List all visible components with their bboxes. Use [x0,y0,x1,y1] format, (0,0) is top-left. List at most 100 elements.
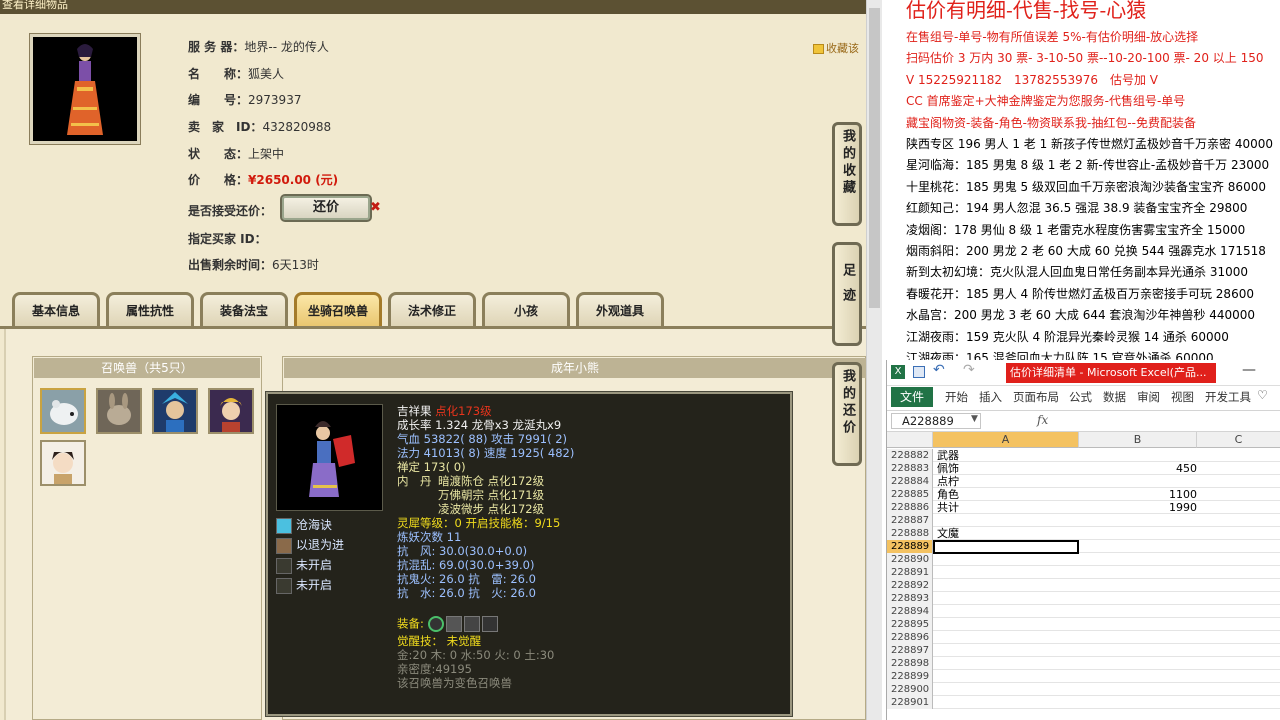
excel-row-header[interactable]: 228884 [887,475,933,488]
excel-redo-icon[interactable]: ↷ [963,362,975,378]
tab-children[interactable]: 小孩 [482,292,570,328]
excel-tab-insert[interactable]: 插入 [979,389,1002,405]
excel-row-header[interactable]: 228901 [887,696,933,709]
excel-gridline [933,708,1280,709]
excel-row-header[interactable]: 228898 [887,657,933,670]
tab-basic-info[interactable]: 基本信息 [12,292,100,328]
excel-save-icon[interactable] [913,366,925,378]
excel-row-header[interactable]: 228892 [887,579,933,592]
excel-row-header[interactable]: 228888 [887,527,933,540]
tab-attributes[interactable]: 属性抗性 [106,292,194,328]
name-value: 狐美人 [248,67,285,81]
pet-skill-1[interactable]: 沧海诀 [276,516,332,534]
excel-row-header[interactable]: 228889 [887,540,933,553]
pet-thumb-polar-bear[interactable] [40,388,86,434]
excel-tab-view[interactable]: 视图 [1171,389,1194,405]
excel-name-box[interactable]: A228889 [891,413,981,429]
excel-row-header[interactable]: 228894 [887,605,933,618]
excel-row-header[interactable]: 228895 [887,618,933,631]
excel-formula-bar: A228889 ▼ fx [887,410,1280,432]
pet-res-wind: 抗 风: 30.0(30.0+0.0) [397,544,528,558]
character-portrait [29,33,141,145]
footprint-button[interactable]: 足迹 [832,242,862,346]
excel-tab-review[interactable]: 审阅 [1137,389,1160,405]
tab-mounts-summons[interactable]: 坐骑召唤兽 [294,292,382,328]
note-line: 十里桃花：185 男鬼 5 级双回血千万亲密浪淘沙装备宝宝齐 86000 [906,179,1266,194]
seller-row: 卖 家 ID：432820988 [188,118,331,136]
bargain-label: 是否接受还价： [188,204,273,218]
note-line: 红颜知己：194 男人忽混 36.5 强混 38.9 装备宝宝齐全 29800 [906,201,1248,216]
excel-title: 估价详细清单 - Microsoft Excel(产品... [1006,363,1216,383]
excel-active-cell[interactable] [933,540,1079,554]
tab-appearance[interactable]: 外观道具 [576,292,664,328]
pet-thumb-blue-warrior[interactable] [152,388,198,434]
pet-elements: 金:20 木: 0 水:50 火: 0 土:30 [397,648,555,662]
excel-col-b[interactable]: B [1079,432,1197,448]
note-line: V 15225921182 13782553976 估号加 V [906,72,1159,87]
excel-col-a[interactable]: A [933,432,1079,448]
pet-skill-4[interactable]: 未开启 [276,576,332,594]
excel-row-header[interactable]: 228886 [887,501,933,514]
excel-corner[interactable] [887,432,933,448]
excel-row-header[interactable]: 228897 [887,644,933,657]
excel-tab-developer[interactable]: 开发工具 [1205,389,1251,405]
excel-tab-layout[interactable]: 页面布局 [1013,389,1059,405]
excel-help-icon[interactable]: ♡ [1257,388,1268,402]
excel-minimize-icon[interactable]: — [1242,362,1256,378]
excel-row-header[interactable]: 228887 [887,514,933,527]
excel-row-header[interactable]: 228900 [887,683,933,696]
excel-row-header[interactable]: 228899 [887,670,933,683]
excel-row-header[interactable]: 228890 [887,553,933,566]
pet-name: 吉祥果 [397,404,432,418]
pet-thumb-rabbit[interactable] [96,388,142,434]
pet-skill-2[interactable]: 以退为进 [276,536,344,554]
note-line: 陕西专区 196 男人 1 老 1 新孩子传世燃灯孟极妙音千万亲密 40000 [906,137,1274,151]
excel-namebox-dropdown-icon[interactable]: ▼ [971,414,978,424]
note-line: 水晶宫：200 男龙 3 老 60 大成 644 套浪淘沙年神兽秒 440000 [906,308,1256,323]
pet-hp-attack: 气血 53822( 88) 攻击 7991( 2) [397,432,568,446]
excel-tab-formulas[interactable]: 公式 [1069,389,1092,405]
tab-spell-mods[interactable]: 法术修正 [388,292,476,328]
excel-tab-data[interactable]: 数据 [1103,389,1126,405]
polar-bear-icon [42,390,84,432]
page-scrollbar[interactable] [866,0,882,720]
excel-row-header[interactable]: 228896 [887,631,933,644]
excel-grid[interactable]: A B C 228882 武器 228883 佩饰 450 228884 点柠 228885 角… [887,432,1280,720]
excel-fx-icon[interactable]: fx [1037,413,1048,427]
excel-file-tab[interactable]: 文件 [891,387,933,407]
excel-row-header[interactable]: 228891 [887,566,933,579]
my-favorites-button[interactable]: 我的收藏 [832,122,862,226]
excel-tab-home[interactable]: 开始 [945,389,968,405]
pet-growth: 成长率 1.324 龙骨x3 龙涎丸x9 [397,418,562,432]
excel-row-header[interactable]: 228885 [887,488,933,501]
note-line: 新到太初幻境：克火队混人回血鬼日常任务副本异光通杀 31000 [906,265,1248,280]
bargain-row: 是否接受还价： [188,202,272,220]
bargain-close-icon[interactable]: ✖ [370,200,381,215]
favorite-link[interactable]: 收藏该 [813,40,859,56]
bargain-button[interactable]: 还价 [280,194,372,222]
footprint-label: 足迹 [840,263,855,313]
panel-title-bar: 查看详细物品 [0,0,866,14]
pet-thumb-lady[interactable] [208,388,254,434]
pet-level: 点化173级 [435,404,492,418]
pet-neidan-1: 暗渡陈仓 点化172级 [438,474,545,488]
my-favorites-label: 我的收藏 [840,129,855,197]
excel-col-c[interactable]: C [1197,432,1280,448]
pet-thumb-girl[interactable] [40,440,86,486]
pet-neidan-2: 万佛朝宗 点化171级 [438,488,545,502]
my-bargains-button[interactable]: 我的还价 [832,362,862,466]
scrollbar-thumb[interactable] [869,8,880,308]
excel-row-header[interactable]: 228883 [887,462,933,475]
excel-row-header[interactable]: 228882 [887,449,933,462]
pet-skill-3[interactable]: 未开启 [276,556,332,574]
blue-warrior-icon [154,390,196,432]
excel-formula-input[interactable] [1059,413,1280,429]
panel-title: 查看详细物品 [2,0,68,11]
excel-undo-icon[interactable]: ↶ [933,362,945,378]
seller-value: 432820988 [262,120,332,134]
equip-label: 装备: [397,616,424,631]
excel-row-header[interactable]: 228893 [887,592,933,605]
tab-equipment[interactable]: 装备法宝 [200,292,288,328]
pet-lingxi: 灵犀等级：0 开启技能格：9/15 [397,516,561,530]
pet-res-chaos: 抗混乱: 69.0(30.0+39.0) [397,558,535,572]
